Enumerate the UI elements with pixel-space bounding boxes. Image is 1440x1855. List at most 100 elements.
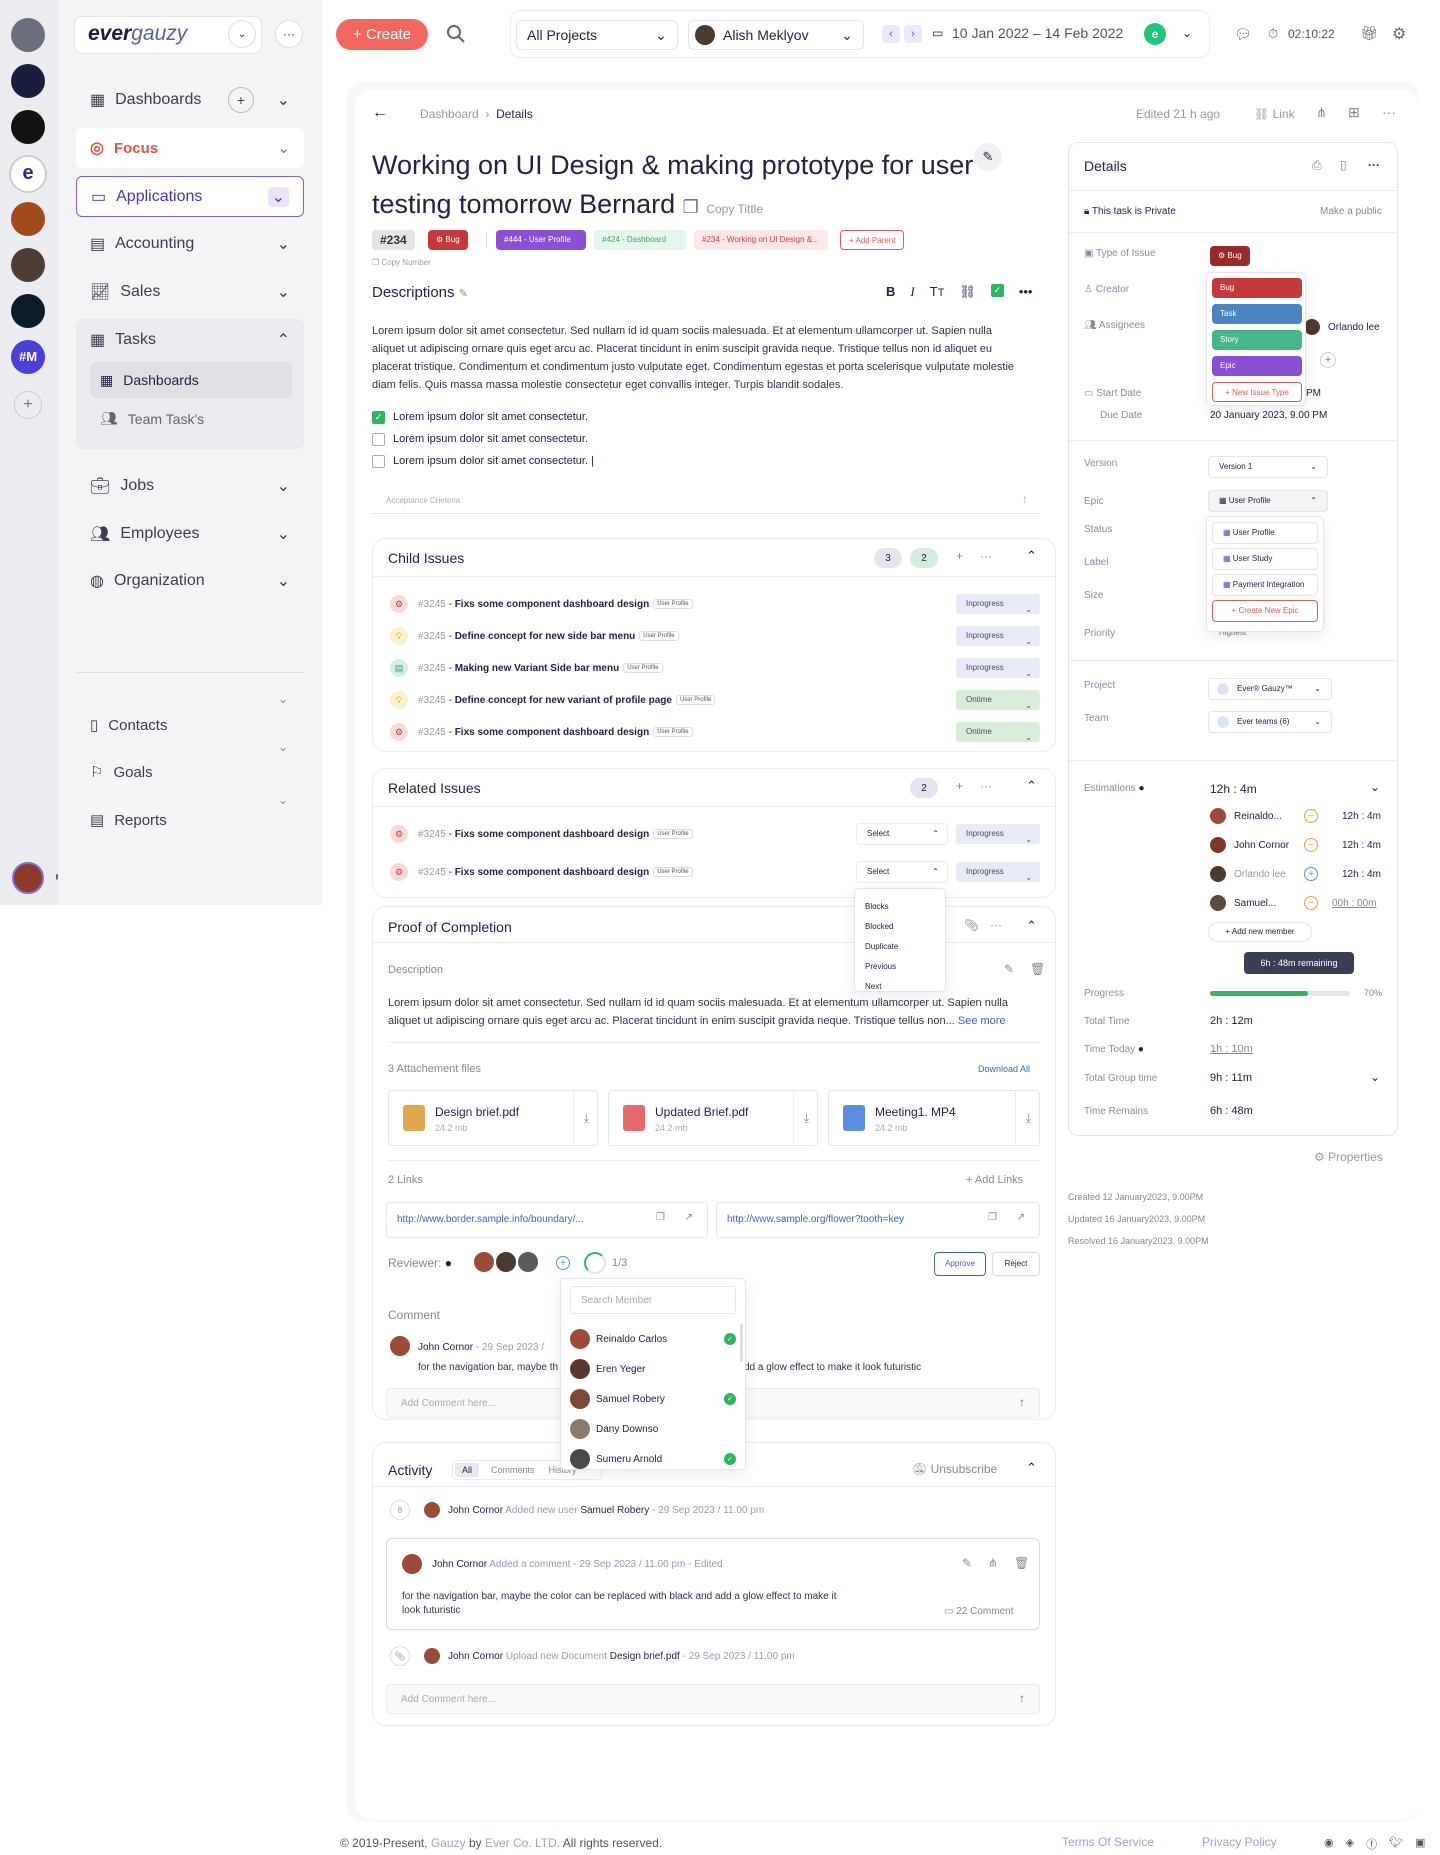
share-icon[interactable]: ⋔ — [1316, 105, 1327, 121]
app-icon-1[interactable] — [11, 18, 45, 52]
edit-icon[interactable]: ✎ — [962, 1556, 972, 1570]
member-item[interactable]: Dany Downso — [570, 1414, 736, 1444]
acceptance-criteria-input[interactable]: Acceptance Crieteria ↑ — [372, 484, 1040, 514]
italic-icon[interactable]: I — [910, 284, 914, 300]
download-icon[interactable]: ⤓ — [1014, 1091, 1031, 1145]
user-select[interactable]: Alish Meklyov ⌄ — [688, 20, 864, 50]
app-icon-ever[interactable]: e — [9, 155, 47, 193]
download-icon[interactable]: ⤓ — [792, 1091, 809, 1145]
reviewer-avatar[interactable] — [494, 1250, 518, 1274]
chat-icon[interactable]: 💬︎ — [1234, 26, 1252, 43]
create-epic-button[interactable]: + Create New Epic — [1212, 600, 1318, 622]
checklist-item[interactable]: Lorem ipsum dolor sit amet consectetur. — [372, 428, 594, 450]
more-icon[interactable]: ··· — [1368, 158, 1380, 172]
child-issue-row[interactable]: 💡︎ #3245 - Define concept for new varian… — [390, 690, 716, 710]
add-dashboard-icon[interactable]: + — [228, 87, 254, 113]
collapse-icon[interactable]: ⌃ — [1026, 918, 1037, 934]
activity-comment-input[interactable]: Add Comment here... ↑ — [386, 1684, 1040, 1714]
link-card[interactable]: http://www.border.sample.info/boundary/.… — [386, 1202, 708, 1238]
breadcrumb-root[interactable]: Dashboard — [420, 107, 479, 121]
more-icon[interactable]: ··· — [990, 918, 1002, 932]
sidebar-item-accounting[interactable]: ▤ Accounting ⌄ — [76, 224, 304, 264]
share-icon[interactable]: ⋔ — [988, 1556, 998, 1570]
add-links-button[interactable]: + Add Links — [966, 1174, 1023, 1186]
relation-option[interactable]: Duplicate — [865, 937, 935, 957]
plus-icon[interactable]: + — [1304, 867, 1318, 881]
project-select[interactable]: Ever® Gauzy™ ⌄ — [1208, 678, 1332, 700]
member-item[interactable]: Samuel Robery ✓ — [570, 1384, 736, 1414]
sidebar-item-focus[interactable]: ◎ Focus ⌄ — [76, 128, 304, 168]
scrollbar[interactable] — [740, 1324, 743, 1362]
more-icon[interactable]: ··· — [980, 779, 992, 793]
twitter-icon[interactable]: 🐦︎ — [1389, 1836, 1403, 1852]
github-icon[interactable]: ◉ — [1324, 1836, 1334, 1852]
file-card[interactable]: Meeting1. MP4 24.2 mb ⤓ — [828, 1090, 1040, 1146]
epic-option[interactable]: ▦ User Profile — [1212, 522, 1318, 544]
sidebar-item-goals[interactable]: ⚐ Goals — [76, 752, 304, 792]
relation-option[interactable]: Previous — [865, 957, 935, 977]
checkbox[interactable] — [372, 454, 385, 468]
download-icon[interactable]: ⤓ — [572, 1091, 589, 1145]
file-card[interactable]: Design brief.pdf 24.2 mb ⤓ — [388, 1090, 598, 1146]
member-search-input[interactable]: Search Member — [570, 1286, 736, 1314]
status-select[interactable]: Inprogress ⌄ — [956, 626, 1040, 646]
document-icon[interactable]: ▯ — [1340, 158, 1347, 172]
make-public-link[interactable]: Make a public — [1320, 206, 1382, 217]
brand-logo[interactable]: evergauzy — [88, 22, 187, 46]
status-select[interactable]: Inprogress ⌄ — [956, 862, 1040, 882]
tab-all[interactable]: All — [455, 1463, 480, 1477]
sidebar-item-applications[interactable]: ▭ Applications ⌄ — [76, 176, 304, 217]
relation-option[interactable]: Next — [865, 977, 935, 997]
minus-icon[interactable]: − — [1304, 809, 1318, 823]
type-option-story[interactable]: Story — [1212, 330, 1302, 350]
sidebar-item-contacts[interactable]: ▯ Contacts — [76, 705, 304, 745]
user-avatar[interactable] — [12, 862, 44, 894]
description-text[interactable]: Lorem ipsum dolor sit amet consectetur. … — [372, 322, 1022, 394]
back-arrow-icon[interactable]: ← — [372, 104, 388, 122]
comment-count[interactable]: ▭ 22 Comment — [944, 1606, 1013, 1617]
more-icon[interactable]: ··· — [1382, 104, 1396, 120]
add-parent-button[interactable]: + Add Parent — [840, 230, 905, 250]
more-options-icon[interactable]: ··· — [275, 20, 303, 48]
estimation-member-value[interactable]: 00h : 00m — [1332, 898, 1376, 909]
chevron-down-icon[interactable]: ⌄ — [1370, 780, 1380, 794]
ever-status-icon[interactable]: e — [1144, 23, 1166, 45]
sidebar-item-organization[interactable]: ◍ Organization ⌄ — [76, 561, 304, 601]
send-icon[interactable]: ↑ — [1019, 1691, 1025, 1705]
related-issue-row[interactable]: ⚙ #3245 - Fixs some component dashboard … — [390, 824, 693, 844]
minus-icon[interactable]: − — [1304, 838, 1318, 852]
related-issue-row[interactable]: ⚙ #3245 - Fixs some component dashboard … — [390, 862, 693, 882]
sidebar-item-tasks[interactable]: ▦ Tasks ⌃ — [76, 320, 304, 360]
download-all-link[interactable]: Download All — [978, 1064, 1030, 1074]
sidebar-item-sales[interactable]: 📈︎ Sales ⌄ — [76, 272, 304, 312]
app-icon-6[interactable] — [11, 248, 45, 282]
add-reviewer-icon[interactable]: + — [556, 1256, 570, 1270]
epic-option[interactable]: ▦ Payment Integration — [1212, 574, 1318, 596]
add-app-button[interactable]: + — [14, 391, 42, 419]
child-issue-row[interactable]: ⚙ #3245 - Fixs some component dashboard … — [390, 722, 693, 742]
add-assignee-icon[interactable]: + — [1320, 352, 1336, 368]
company-link[interactable]: Ever Co. LTD. — [485, 1836, 560, 1850]
copy-title-button[interactable]: Copy Tittle — [706, 202, 763, 216]
external-link-icon[interactable]: ↗ — [1017, 1212, 1025, 1223]
approve-button[interactable]: Approve — [934, 1252, 986, 1276]
copy-icon[interactable]: ❐ — [988, 1212, 997, 1223]
status-select[interactable]: Inprogress ⌄ — [956, 658, 1040, 678]
add-square-icon[interactable]: ⊞ — [1348, 104, 1360, 121]
add-icon[interactable]: + — [956, 779, 963, 793]
text-size-icon[interactable]: TT — [930, 284, 945, 300]
time-today-value[interactable]: 1h : 10m — [1210, 1043, 1253, 1055]
app-icon-m[interactable]: #M — [11, 340, 45, 374]
status-select[interactable]: Ontime ⌄ — [956, 690, 1040, 710]
type-option-task[interactable]: Task — [1212, 304, 1302, 324]
member-item[interactable]: Eren Yeger — [570, 1354, 736, 1384]
child-issue-row[interactable]: ⚙ #3245 - Fixs some component dashboard … — [390, 594, 693, 614]
privacy-link[interactable]: Privacy Policy — [1202, 1835, 1277, 1849]
collapse-icon[interactable]: ⌃ — [1026, 1460, 1037, 1476]
checklist-item[interactable]: ✓ Lorem ipsum dolor sit amet consectetur. — [372, 406, 594, 428]
type-option-epic[interactable]: Epic — [1212, 356, 1302, 376]
parent-tag[interactable]: #234 - Working on UI Design &... — [694, 230, 828, 250]
bug-tag[interactable]: ⚙ Bug — [428, 230, 468, 250]
bold-icon[interactable]: B — [886, 284, 895, 300]
reviewer-avatar[interactable] — [472, 1250, 496, 1274]
